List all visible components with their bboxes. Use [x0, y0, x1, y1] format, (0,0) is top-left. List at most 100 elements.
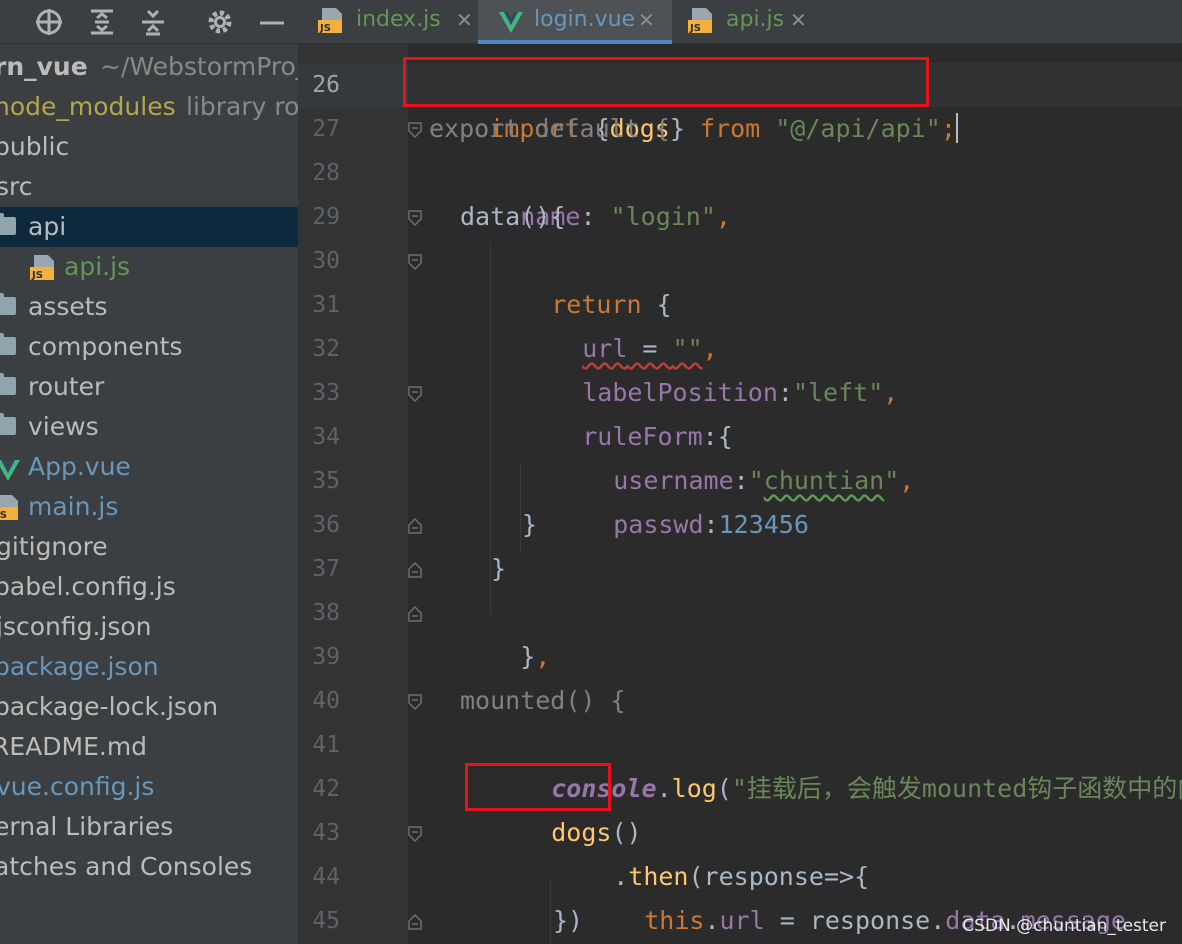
code-line-45: }) — [553, 906, 584, 935]
project-name: rn_vue — [0, 52, 88, 81]
tab-index-js[interactable]: JS index.js ✕ — [308, 0, 478, 44]
tree-item-label: package-lock.json — [0, 692, 219, 721]
tab-api-js[interactable]: JS api.js ✕ — [682, 0, 832, 44]
indent-guide — [520, 464, 521, 554]
fold-close-icon[interactable] — [408, 914, 422, 930]
tree-item-label: src — [0, 172, 33, 201]
line-number: 43 — [312, 820, 340, 846]
fold-close-icon[interactable] — [408, 606, 422, 622]
fold-open-icon[interactable] — [408, 386, 422, 402]
tree-item-assets[interactable]: assets — [0, 287, 298, 327]
line-number: 37 — [312, 556, 340, 582]
tree-item-node-modules[interactable]: node_modules library ro — [0, 87, 298, 127]
close-icon[interactable]: ✕ — [790, 0, 807, 40]
project-tree: rn_vue ~/WebstormProj node_modules libra… — [0, 47, 298, 887]
tree-item-main-js[interactable]: JS main.js — [0, 487, 298, 527]
tree-item-api-folder[interactable]: api — [0, 207, 298, 247]
svg-text:JS: JS — [689, 23, 701, 34]
folder-icon — [0, 333, 16, 355]
tree-item-router[interactable]: router — [0, 367, 298, 407]
tree-item-label: router — [28, 372, 105, 401]
line-number: 33 — [312, 380, 340, 406]
code-line-29: data(){ — [460, 202, 566, 231]
close-icon[interactable]: ✕ — [456, 0, 473, 40]
tree-item-label: App.vue — [28, 452, 131, 481]
tab-label: index.js — [356, 7, 441, 32]
tree-item-label: README.md — [0, 732, 148, 761]
code-line-37: } — [491, 554, 507, 583]
tree-item-app-vue[interactable]: App.vue — [0, 447, 298, 487]
folder-icon — [0, 373, 16, 395]
fold-open-icon[interactable] — [408, 694, 422, 710]
sidebar-toolbar — [0, 0, 298, 44]
code-line-27: export default { — [429, 114, 670, 143]
tree-item-api-js[interactable]: JS api.js — [0, 247, 298, 287]
svg-text:JS: JS — [31, 270, 43, 281]
fold-open-icon[interactable] — [408, 210, 422, 226]
collapse-all-icon[interactable] — [138, 7, 168, 37]
fold-close-icon[interactable] — [408, 562, 422, 578]
tree-item-readme[interactable]: README.md — [0, 727, 298, 767]
tree-item-views[interactable]: views — [0, 407, 298, 447]
tree-item-package-json[interactable]: package.json — [0, 647, 298, 687]
tree-item-project-root[interactable]: rn_vue ~/WebstormProj — [0, 47, 298, 87]
fold-open-icon[interactable] — [408, 122, 422, 138]
fold-open-icon[interactable] — [408, 826, 422, 842]
tree-item-src[interactable]: src — [0, 167, 298, 207]
tree-item-gitignore[interactable]: gitignore — [0, 527, 298, 567]
minimize-icon[interactable] — [257, 7, 287, 37]
tree-item-label: babel.config.js — [0, 572, 176, 601]
line-number: 40 — [312, 688, 340, 714]
folder-icon — [0, 413, 16, 435]
tree-item-label: api — [28, 212, 67, 241]
js-file-icon: JS — [28, 253, 56, 281]
crosshair-icon[interactable] — [34, 7, 64, 37]
tree-item-label: atches and Consoles — [0, 852, 253, 881]
code-line-35: passwd:123456 — [613, 510, 809, 539]
tree-item-jsconfig[interactable]: jsconfig.json — [0, 607, 298, 647]
fold-close-icon[interactable] — [408, 518, 422, 534]
editor-tab-bar: JS index.js ✕ login.vue ✕ JS api.js ✕ — [298, 0, 1182, 44]
highlight-box-import — [403, 57, 929, 107]
tree-item-label: ernal Libraries — [0, 812, 174, 841]
close-icon[interactable]: ✕ — [638, 0, 655, 40]
code-line-40: mounted() { — [460, 686, 626, 715]
code-editor[interactable]: 25 26 27 28 29 30 31 32 33 34 35 36 37 3… — [298, 44, 1182, 944]
tree-item-scratches[interactable]: atches and Consoles — [0, 847, 298, 887]
line-number: 31 — [312, 292, 340, 318]
tab-login-vue[interactable]: login.vue ✕ — [478, 0, 672, 44]
tree-item-label: jsconfig.json — [0, 612, 152, 641]
line-number: 25 — [298, 44, 340, 54]
tree-item-label: main.js — [28, 492, 119, 521]
tree-item-label: api.js — [64, 252, 131, 281]
project-path: ~/WebstormProj — [100, 52, 298, 81]
tree-item-hint: library ro — [186, 92, 298, 121]
tree-item-package-lock[interactable]: package-lock.json — [0, 687, 298, 727]
tree-item-external-libraries[interactable]: ernal Libraries — [0, 807, 298, 847]
expand-all-icon[interactable] — [87, 7, 117, 37]
highlight-box-dogs-call — [465, 763, 611, 811]
line-number: 44 — [312, 864, 340, 890]
line-number: 34 — [312, 424, 340, 450]
line-number: 29 — [312, 204, 340, 230]
tree-item-public[interactable]: public — [0, 127, 298, 167]
gear-icon[interactable] — [205, 7, 235, 37]
fold-open-icon[interactable] — [408, 254, 422, 270]
line-number: 42 — [312, 776, 340, 802]
tab-label: api.js — [726, 7, 785, 32]
line-number: 41 — [312, 732, 340, 758]
tree-item-label: node_modules — [0, 92, 176, 121]
line-number: 36 — [312, 512, 340, 538]
text-caret — [955, 113, 958, 143]
line-number: 32 — [312, 336, 340, 362]
line-number: 27 — [312, 116, 340, 142]
vue-icon — [498, 8, 524, 48]
tree-item-label: vue.config.js — [0, 772, 155, 801]
tree-item-label: package.json — [0, 652, 159, 681]
tree-item-components[interactable]: components — [0, 327, 298, 367]
tree-item-vue-config[interactable]: vue.config.js — [0, 767, 298, 807]
line-number: 39 — [312, 644, 340, 670]
tree-item-babel-config[interactable]: babel.config.js — [0, 567, 298, 607]
code-line-36: } — [522, 510, 538, 539]
vue-icon — [0, 454, 20, 481]
